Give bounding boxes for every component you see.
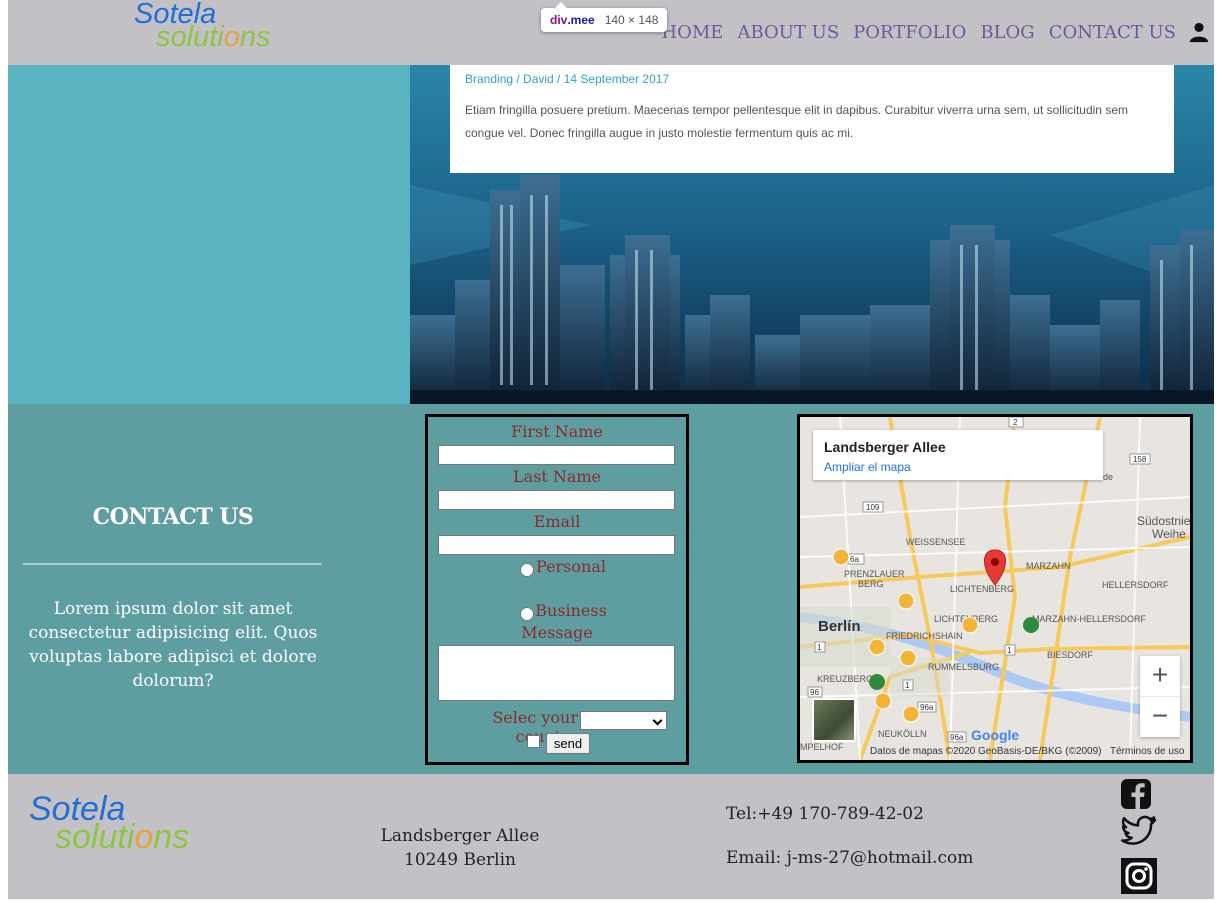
- map-place-title: Landsberger Allee: [824, 439, 946, 455]
- top-navbar: Sotela solutions div.mee 140 × 148 HOME …: [8, 0, 1214, 65]
- road-1c: 1: [905, 681, 910, 690]
- map-label-friedrichshain: FRIEDRICHSHAIN: [886, 631, 963, 641]
- main-menu: HOME ABOUT US PORTFOLIO BLOG CONTACT US: [661, 22, 1176, 43]
- blog-post-card[interactable]: Branding / David / 14 September 2017 Eti…: [450, 65, 1174, 173]
- facebook-icon[interactable]: [1120, 778, 1152, 810]
- map-label-kreuzberg: KREUZBERG: [817, 674, 873, 684]
- place-marker-2: [897, 592, 915, 610]
- green-flag-marker-1: [1023, 617, 1039, 633]
- post-meta[interactable]: Branding / David / 14 September 2017: [465, 72, 669, 86]
- road-96a-1: 96a: [920, 703, 934, 712]
- place-marker-1: [832, 548, 850, 566]
- road-158: 158: [1133, 455, 1147, 464]
- map-enlarge-link[interactable]: Ampliar el mapa: [824, 460, 911, 474]
- road-96a-2: 96a: [950, 733, 964, 742]
- message-textarea[interactable]: [438, 645, 675, 701]
- first-name-label: First Name: [511, 422, 603, 441]
- road-1a: 1: [817, 643, 822, 652]
- road-2: 2: [1013, 418, 1018, 427]
- hero-left-panel: [8, 65, 410, 404]
- last-name-input[interactable]: [438, 490, 675, 510]
- road-96: 96: [810, 688, 819, 697]
- email-input[interactable]: [438, 535, 675, 555]
- tooltip-dimensions: 140 × 148: [604, 13, 659, 27]
- tooltip-selector: div.mee: [550, 13, 595, 27]
- zoom-in-button[interactable]: +: [1140, 656, 1180, 696]
- footer-address: Landsberger Allee 10249 Berlin: [360, 824, 560, 872]
- contact-title: CONTACT US: [92, 504, 254, 530]
- satellite-toggle[interactable]: [812, 698, 856, 742]
- header-logo[interactable]: Sotela solutions: [134, 0, 270, 52]
- place-marker-4: [868, 638, 886, 656]
- map-zoom-control: + −: [1140, 656, 1180, 737]
- map-label-marzahn: MARZAHN: [1026, 561, 1071, 571]
- road-1b: 1: [1007, 646, 1012, 655]
- map-label-weissensee: WEISSENSEE: [906, 537, 966, 547]
- menu-item-about-us[interactable]: ABOUT US: [737, 22, 839, 43]
- place-marker-3: [961, 616, 979, 634]
- road-6a: 6a: [850, 555, 859, 564]
- map-label-neukolln: NEUKÖLLN: [878, 729, 927, 739]
- menu-item-contact-us[interactable]: CONTACT US: [1049, 22, 1176, 43]
- menu-item-portfolio[interactable]: PORTFOLIO: [853, 22, 966, 43]
- place-marker-7: [902, 705, 920, 723]
- map-label-berg: BERG: [858, 579, 884, 589]
- address-line-2: 10249 Berlin: [404, 850, 516, 870]
- menu-item-home[interactable]: HOME: [661, 22, 723, 43]
- map-label-weihe: Weihe: [1152, 527, 1186, 541]
- place-marker-5: [899, 649, 917, 667]
- map-label-berlin: Berlín: [818, 618, 861, 635]
- zoom-out-button[interactable]: −: [1140, 696, 1180, 737]
- business-radio-label: Business: [535, 601, 607, 620]
- logo-line2: solutions: [156, 21, 271, 53]
- personal-radio-label: Personal: [536, 557, 606, 576]
- map-terms-link[interactable]: Términos de uso: [1110, 746, 1184, 757]
- email-label: Email: [533, 512, 581, 531]
- page: Sotela solutions div.mee 140 × 148 HOME …: [8, 0, 1214, 899]
- address-line-1: Landsberger Allee: [380, 826, 540, 846]
- instagram-icon[interactable]: [1120, 857, 1158, 895]
- map-place-card: Landsberger Allee Ampliar el mapa: [813, 430, 1103, 480]
- devtools-element-tooltip: div.mee 140 × 148: [541, 2, 668, 32]
- road-109: 109: [866, 503, 880, 512]
- map-label-lichtenberg-1: LICHTENBERG: [950, 584, 1014, 594]
- contact-divider: [23, 563, 322, 565]
- send-button[interactable]: send: [546, 733, 590, 754]
- map-label-mpelhof: MPELHOF: [800, 742, 844, 752]
- map-label-sudost: Südostnie: [1137, 514, 1190, 528]
- map-label-marzahn-hellersdorf: MARZAHN-HELLERSDORF: [1032, 614, 1147, 624]
- menu-item-blog[interactable]: BLOG: [980, 22, 1034, 43]
- map-label-prenzlauer: PRENZLAUER: [844, 569, 905, 579]
- map-attribution: Datos de mapas ©2020 GeoBasis-DE/BKG (©2…: [870, 746, 1102, 757]
- footer: Sotela solutions Landsberger Allee 10249…: [8, 774, 1214, 899]
- footer-phone: Tel:+49 170-789-42-02: [726, 804, 924, 824]
- message-label: Message: [521, 623, 593, 642]
- first-name-input[interactable]: [438, 445, 675, 465]
- user-icon[interactable]: [1188, 21, 1210, 43]
- post-excerpt: Etiam fringilla posuere pretium. Maecena…: [465, 103, 1128, 140]
- green-flag-marker-2: [869, 674, 885, 690]
- map-label-hellersdorf: HELLERSDORF: [1102, 580, 1169, 590]
- contact-form: First Name Last Name Email Personal Busi…: [425, 414, 689, 765]
- map-label-biesdorf: BIESDORF: [1047, 650, 1094, 660]
- footer-logo-line2: solutions: [55, 818, 190, 856]
- footer-email[interactable]: Email: j-ms-27@hotmail.com: [726, 848, 973, 868]
- country-select[interactable]: [580, 711, 667, 730]
- place-marker-6: [874, 692, 892, 710]
- twitter-icon[interactable]: [1120, 815, 1158, 849]
- consent-checkbox[interactable]: [527, 735, 540, 748]
- contact-section: CONTACT US Lorem ipsum dolor sit amet co…: [8, 404, 1214, 774]
- google-logo: Google: [971, 727, 1020, 743]
- footer-logo[interactable]: Sotela solutions: [29, 792, 189, 854]
- map-label-rummelsburg: RUMMELSBURG: [928, 662, 999, 672]
- google-map[interactable]: WEISSENSEE PRENZLAUER BERG MARZAHN HELLE…: [797, 414, 1193, 763]
- contact-description: Lorem ipsum dolor sit amet consectetur a…: [28, 599, 318, 691]
- last-name-label: Last Name: [512, 467, 602, 486]
- hero-city-image: Branding / David / 14 September 2017 Eti…: [410, 65, 1214, 404]
